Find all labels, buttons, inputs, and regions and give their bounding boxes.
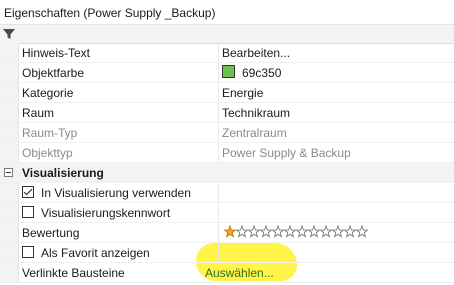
star-empty-icon[interactable] — [295, 224, 309, 240]
edit-hint-button[interactable]: Bearbeiten... — [222, 46, 290, 60]
section-visualisierung[interactable]: Visualisierung — [0, 163, 454, 183]
object-type-value: Power Supply & Backup — [222, 146, 351, 160]
star-empty-icon[interactable] — [307, 224, 321, 240]
room-value[interactable]: Technikraum — [222, 106, 290, 120]
star-empty-icon[interactable] — [343, 224, 357, 240]
use-in-visualization-checkbox[interactable] — [22, 186, 34, 198]
window-title: Eigenschaften (Power Supply _Backup) — [4, 6, 216, 20]
collapse-icon[interactable] — [4, 168, 13, 177]
star-empty-icon[interactable] — [235, 224, 249, 240]
property-row-bewertung[interactable]: Bewertung — [0, 223, 454, 243]
favorite-checkbox[interactable] — [22, 246, 34, 258]
property-label: Raum-Typ — [22, 126, 78, 140]
filter-icon[interactable] — [2, 27, 16, 41]
property-label: Hinweis-Text — [22, 46, 91, 60]
star-empty-icon[interactable] — [271, 224, 285, 240]
star-empty-icon[interactable] — [283, 224, 297, 240]
star-empty-icon[interactable] — [355, 224, 369, 240]
property-label: In Visualisierung verwenden — [41, 186, 191, 200]
property-label: Bewertung — [22, 226, 80, 240]
property-label: Raum — [22, 106, 55, 120]
property-label: Kategorie — [22, 86, 74, 100]
star-empty-icon[interactable] — [331, 224, 345, 240]
property-row-bausteine[interactable]: Verlinkte Bausteine Auswählen... — [0, 263, 454, 283]
room-type-value: Zentralraum — [222, 126, 287, 140]
property-label: Objektfarbe — [22, 66, 85, 80]
color-swatch[interactable] — [222, 65, 235, 78]
select-blocks-link[interactable]: Auswählen... — [205, 266, 274, 280]
star-empty-icon[interactable] — [247, 224, 261, 240]
star-filled-icon[interactable] — [223, 224, 237, 240]
visualization-password-checkbox[interactable] — [22, 206, 34, 218]
toolbar — [0, 24, 454, 44]
rating-stars[interactable] — [223, 224, 369, 240]
color-value[interactable]: 69c350 — [242, 66, 281, 80]
property-row-kategorie[interactable]: Kategorie Energie — [0, 83, 454, 103]
property-row-hinweis-text[interactable]: Hinweis-Text Bearbeiten... — [0, 43, 454, 63]
section-title: Visualisierung — [22, 166, 104, 180]
property-label: Verlinkte Bausteine — [22, 266, 125, 280]
star-empty-icon[interactable] — [319, 224, 333, 240]
property-row-raum-typ: Raum-Typ Zentralraum — [0, 123, 454, 143]
property-row-objektfarbe[interactable]: Objektfarbe 69c350 — [0, 63, 454, 83]
property-label: Als Favorit anzeigen — [41, 246, 150, 260]
property-row-favorit[interactable]: Als Favorit anzeigen — [0, 243, 454, 263]
property-row-objekttyp: Objekttyp Power Supply & Backup — [0, 143, 454, 163]
property-row-in-visualisierung[interactable]: In Visualisierung verwenden — [0, 183, 454, 203]
star-empty-icon[interactable] — [259, 224, 273, 240]
property-grid: Hinweis-Text Bearbeiten... Objektfarbe 6… — [0, 43, 454, 283]
title-bar: Eigenschaften (Power Supply _Backup) — [0, 0, 454, 24]
property-row-kennwort[interactable]: Visualisierungskennwort — [0, 203, 454, 223]
property-row-raum[interactable]: Raum Technikraum — [0, 103, 454, 123]
property-label: Objekttyp — [22, 146, 73, 160]
property-label: Visualisierungskennwort — [41, 206, 171, 220]
category-value[interactable]: Energie — [222, 86, 263, 100]
